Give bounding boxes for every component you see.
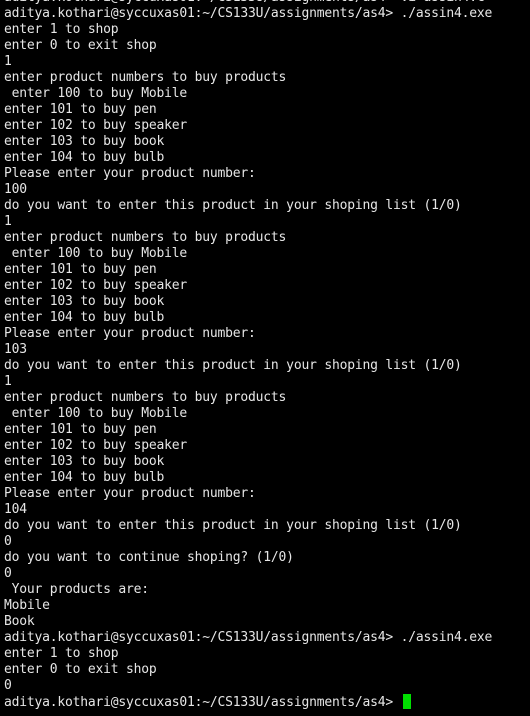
terminal-line: enter 102 to buy speaker	[4, 438, 188, 453]
terminal-line: enter product numbers to buy products	[4, 390, 287, 405]
terminal-line: 0	[4, 678, 12, 693]
terminal-line: Book	[4, 614, 35, 629]
terminal-line: enter 102 to buy speaker	[4, 278, 188, 293]
terminal-line: 104	[4, 502, 27, 517]
terminal-line: 103	[4, 342, 27, 357]
terminal-prompt-line[interactable]: aditya.kothari@syccuxas01:~/CS133U/assig…	[4, 694, 492, 710]
terminal-line: Mobile	[4, 598, 50, 613]
terminal-line: 100	[4, 182, 27, 197]
terminal-line: enter 101 to buy pen	[4, 422, 157, 437]
terminal-line: Your products are:	[4, 582, 149, 597]
terminal-line: enter 0 to exit shop	[4, 38, 157, 53]
terminal-line: enter 100 to buy Mobile	[4, 246, 188, 261]
terminal-line: do you want to enter this product in you…	[4, 358, 462, 373]
terminal-line: aditya.kothari@syccuxas01:~/CS133U/assig…	[4, 630, 493, 645]
terminal-line: enter 103 to buy book	[4, 294, 165, 309]
terminal-line: 1	[4, 214, 12, 229]
terminal-output: aditya.kothari@syccuxas01:~/CS133U/assig…	[4, 0, 492, 710]
text-cursor	[402, 694, 411, 709]
terminal-line: enter product numbers to buy products	[4, 70, 287, 85]
terminal-line: enter 104 to buy bulb	[4, 150, 165, 165]
terminal-line: 1	[4, 374, 12, 389]
terminal-line: enter 100 to buy Mobile	[4, 86, 188, 101]
terminal-line: Please enter your product number:	[4, 326, 256, 341]
shell-prompt: aditya.kothari@syccuxas01:~/CS133U/assig…	[4, 695, 401, 710]
terminal-line: enter 103 to buy book	[4, 454, 165, 469]
terminal-line: do you want to enter this product in you…	[4, 198, 462, 213]
terminal-line: do you want to enter this product in you…	[4, 518, 462, 533]
terminal-line: enter 102 to buy speaker	[4, 118, 188, 133]
terminal-line: enter 0 to exit shop	[4, 662, 157, 677]
terminal-line: enter 101 to buy pen	[4, 262, 157, 277]
terminal-window[interactable]: aditya.kothari@syccuxas01:~/CS133U/assig…	[0, 0, 530, 716]
terminal-line: enter 101 to buy pen	[4, 102, 157, 117]
terminal-line: aditya.kothari@syccuxas01:~/CS133U/assig…	[4, 6, 493, 21]
terminal-line: do you want to continue shoping? (1/0)	[4, 550, 294, 565]
terminal-line: enter 104 to buy bulb	[4, 470, 165, 485]
terminal-line: enter 100 to buy Mobile	[4, 406, 188, 421]
terminal-line: enter 1 to shop	[4, 22, 119, 37]
terminal-line: 0	[4, 534, 12, 549]
terminal-line: enter product numbers to buy products	[4, 230, 287, 245]
terminal-line: 1	[4, 54, 12, 69]
terminal-line: enter 1 to shop	[4, 646, 119, 661]
terminal-line: enter 103 to buy book	[4, 134, 165, 149]
terminal-line: Please enter your product number:	[4, 486, 256, 501]
terminal-line: 0	[4, 566, 12, 581]
terminal-line: Please enter your product number:	[4, 166, 256, 181]
terminal-line: enter 104 to buy bulb	[4, 310, 165, 325]
